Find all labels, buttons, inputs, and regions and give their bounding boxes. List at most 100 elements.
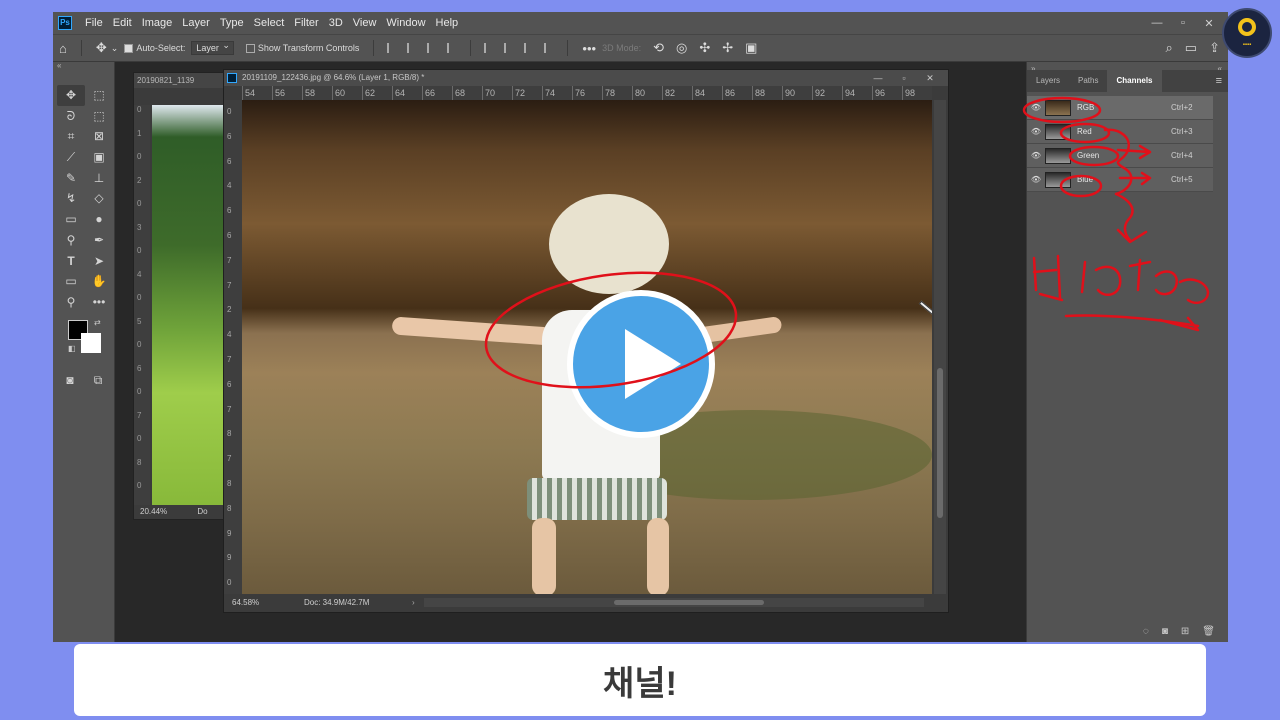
document-tab-back[interactable]: 20190821_1139 bbox=[134, 73, 224, 88]
background-color-swatch[interactable] bbox=[81, 333, 101, 353]
distribute-icon[interactable] bbox=[447, 43, 457, 53]
more-options-icon[interactable]: ••• bbox=[582, 41, 596, 56]
eye-icon[interactable]: 👁 bbox=[1027, 151, 1045, 160]
crop-tool-icon[interactable]: ⌗ bbox=[57, 126, 85, 147]
auto-select-dropdown[interactable]: Layer bbox=[191, 40, 234, 55]
menu-help[interactable]: Help bbox=[431, 12, 464, 34]
align-center-icon[interactable] bbox=[407, 43, 417, 53]
menu-image[interactable]: Image bbox=[137, 12, 178, 34]
vertical-scrollbar[interactable] bbox=[934, 100, 946, 596]
channel-row-blue[interactable]: 👁 Blue Ctrl+5 bbox=[1027, 168, 1213, 192]
options-right: ⌕ ▭ ⇪ bbox=[1154, 35, 1220, 61]
document-window-back[interactable]: 20190821_1139 0 1 0 2 0 3 0 4 0 5 0 6 0 7 0 8 0 20.44% D… bbox=[133, 72, 225, 520]
menu-window[interactable]: Window bbox=[381, 12, 430, 34]
distribute-vertical-icon[interactable] bbox=[544, 43, 554, 53]
blur-tool-icon[interactable]: ● bbox=[85, 209, 113, 230]
trash-icon[interactable]: 🗑 bbox=[1202, 626, 1215, 637]
marquee-tool-icon[interactable]: ⬚ bbox=[85, 85, 113, 106]
type-tool-icon[interactable]: T bbox=[57, 251, 85, 272]
eyedropper-tool-icon[interactable]: ⟋ bbox=[57, 147, 85, 168]
close-icon[interactable]: ✕ bbox=[1196, 17, 1222, 30]
channel-row-green[interactable]: 👁 Green Ctrl+4 bbox=[1027, 144, 1213, 168]
align-top-icon[interactable] bbox=[484, 43, 494, 53]
maximize-icon[interactable]: ▫ bbox=[892, 70, 916, 86]
show-transform-checkbox[interactable] bbox=[245, 43, 255, 53]
dodge-tool-icon[interactable]: ⚲ bbox=[57, 230, 85, 251]
lasso-tool-icon[interactable]: ᘐ bbox=[57, 106, 85, 127]
brush-tool-icon[interactable]: ✎ bbox=[57, 168, 85, 189]
swap-colors-icon[interactable]: ⇄ bbox=[94, 318, 101, 327]
menu-file[interactable]: File bbox=[80, 12, 108, 34]
patch-tool-icon[interactable]: ▣ bbox=[85, 147, 113, 168]
more-tools-icon[interactable]: ••• bbox=[85, 292, 113, 313]
maximize-icon[interactable]: ▫ bbox=[1170, 17, 1196, 29]
path-select-tool-icon[interactable]: ➤ bbox=[85, 251, 113, 272]
minimize-icon[interactable]: — bbox=[866, 70, 890, 86]
options-bar: ⌂ ✥ ⌄ Auto-Select: Layer Show Transform … bbox=[53, 34, 1228, 62]
divider bbox=[470, 40, 472, 56]
screen-mode-icon[interactable]: ⧉ bbox=[87, 370, 109, 391]
tab-channels[interactable]: Channels bbox=[1107, 70, 1162, 92]
align-middle-icon[interactable] bbox=[504, 43, 514, 53]
search-icon[interactable]: ⌕ bbox=[1166, 40, 1173, 56]
stamp-tool-icon[interactable]: ⊥ bbox=[85, 168, 113, 189]
tab-paths[interactable]: Paths bbox=[1069, 70, 1107, 92]
status-bar-main: 64.58% Doc: 34.9M/42.7M › bbox=[224, 594, 948, 612]
frame-tool-icon[interactable]: ⊠ bbox=[85, 126, 113, 147]
chevron-down-icon[interactable]: ⌄ bbox=[111, 43, 119, 54]
ruler-tick-label: 68 bbox=[452, 86, 482, 100]
document-tab-main[interactable]: 20191109_122436.jpg @ 64.6% (Layer 1, RG… bbox=[224, 70, 948, 86]
zoom-tool-icon[interactable]: ⚲ bbox=[57, 292, 85, 313]
rectangle-tool-icon[interactable]: ▭ bbox=[57, 271, 85, 292]
new-channel-icon[interactable]: ⊞ bbox=[1181, 626, 1189, 637]
menu-view[interactable]: View bbox=[348, 12, 382, 34]
ruler-tick-label: 0 bbox=[137, 152, 142, 161]
menu-select[interactable]: Select bbox=[249, 12, 290, 34]
pen-tool-icon[interactable]: ✒ bbox=[85, 230, 113, 251]
panel-menu-icon[interactable]: ≡ bbox=[1216, 70, 1222, 92]
history-brush-tool-icon[interactable]: ↯ bbox=[57, 188, 85, 209]
ruler-tick-label: 5 bbox=[137, 316, 142, 326]
quick-mask-icon[interactable]: ◙ bbox=[59, 370, 81, 391]
close-icon[interactable]: ✕ bbox=[918, 70, 942, 86]
status-menu-arrow-icon[interactable]: › bbox=[412, 594, 415, 612]
eraser-tool-icon[interactable]: ◇ bbox=[85, 188, 113, 209]
align-left-icon[interactable] bbox=[387, 43, 397, 53]
photo-canvas-back[interactable] bbox=[152, 105, 224, 505]
gradient-tool-icon[interactable]: ▭ bbox=[57, 209, 85, 230]
channel-row-red[interactable]: 👁 Red Ctrl+3 bbox=[1027, 120, 1213, 144]
menu-edit[interactable]: Edit bbox=[108, 12, 137, 34]
menu-filter[interactable]: Filter bbox=[289, 12, 323, 34]
minimize-icon[interactable]: — bbox=[1144, 17, 1170, 29]
hand-tool-icon[interactable]: ✋ bbox=[85, 271, 113, 292]
align-right-icon[interactable] bbox=[427, 43, 437, 53]
play-button[interactable] bbox=[567, 290, 715, 438]
horizontal-scrollbar[interactable] bbox=[424, 598, 924, 607]
scroll-thumb[interactable] bbox=[937, 368, 943, 518]
collapse-icon[interactable]: « bbox=[53, 62, 114, 72]
auto-select-checkbox[interactable] bbox=[124, 43, 134, 53]
default-colors-icon[interactable]: ◧ bbox=[68, 344, 76, 353]
move-tool-icon[interactable]: ✥ bbox=[96, 40, 107, 56]
ruler-tick-label: 0 bbox=[137, 340, 142, 349]
tab-layers[interactable]: Layers bbox=[1027, 70, 1069, 92]
ruler-tick-label: 0 bbox=[137, 481, 142, 490]
menu-type[interactable]: Type bbox=[215, 12, 249, 34]
scroll-thumb[interactable] bbox=[614, 600, 764, 605]
workspace-icon[interactable]: ▭ bbox=[1185, 40, 1197, 56]
eye-icon[interactable]: 👁 bbox=[1027, 175, 1045, 184]
home-icon[interactable]: ⌂ bbox=[59, 41, 67, 56]
save-selection-icon[interactable]: ◙ bbox=[1162, 626, 1168, 637]
load-selection-icon[interactable]: ◌ bbox=[1143, 626, 1149, 637]
panel-footer: ◌ ◙ ⊞ 🗑 bbox=[1027, 620, 1228, 642]
menu-3d[interactable]: 3D bbox=[324, 12, 348, 34]
eye-icon[interactable]: 👁 bbox=[1027, 127, 1045, 136]
share-icon[interactable]: ⇪ bbox=[1209, 40, 1220, 56]
eye-icon[interactable]: 👁 bbox=[1027, 103, 1045, 112]
menu-layer[interactable]: Layer bbox=[177, 12, 215, 34]
move-tool-icon[interactable]: ✥ bbox=[57, 85, 85, 106]
slide-3d-icon: ✢ bbox=[722, 40, 734, 55]
channel-row-rgb[interactable]: 👁 RGB Ctrl+2 bbox=[1027, 96, 1213, 120]
align-bottom-icon[interactable] bbox=[524, 43, 534, 53]
quick-select-tool-icon[interactable]: ⬚ bbox=[85, 106, 113, 127]
